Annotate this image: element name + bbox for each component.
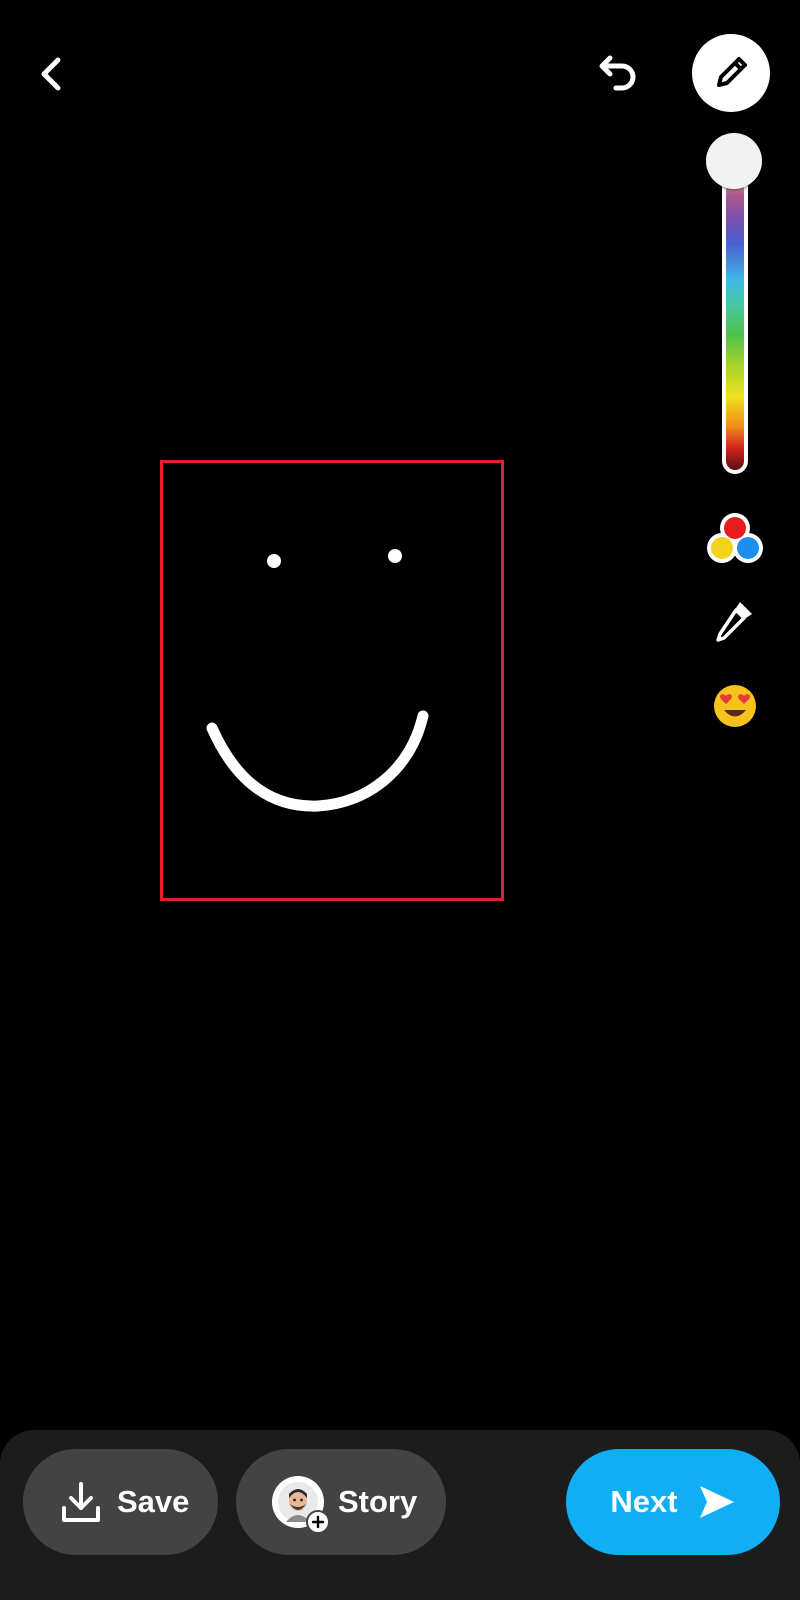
chevron-left-icon [41,57,61,91]
next-button[interactable]: Next [566,1449,780,1555]
save-button[interactable]: Save [23,1449,218,1555]
story-button[interactable]: Story [236,1449,446,1555]
eyedropper-button[interactable] [710,596,758,646]
color-slider[interactable] [722,160,748,474]
undo-icon [599,55,636,91]
draw-tool-button[interactable] [692,34,770,112]
heart-eyes-emoji-icon [714,685,756,727]
download-icon [62,1482,100,1522]
back-button[interactable] [28,48,76,100]
pencil-icon [717,57,747,87]
highlight-box [160,460,504,901]
add-icon [306,1510,330,1534]
send-arrow-icon [699,1486,734,1518]
color-gradient [726,164,744,470]
story-label: Story [338,1484,418,1519]
undo-button[interactable] [594,46,646,94]
avatar [272,1476,330,1534]
emoji-button[interactable] [712,683,758,729]
next-label: Next [610,1484,678,1519]
save-label: Save [117,1484,190,1519]
color-palette-icon [707,513,763,563]
color-palette-button[interactable] [703,510,767,570]
eyedropper-icon [716,602,752,642]
color-slider-handle[interactable] [706,133,762,189]
